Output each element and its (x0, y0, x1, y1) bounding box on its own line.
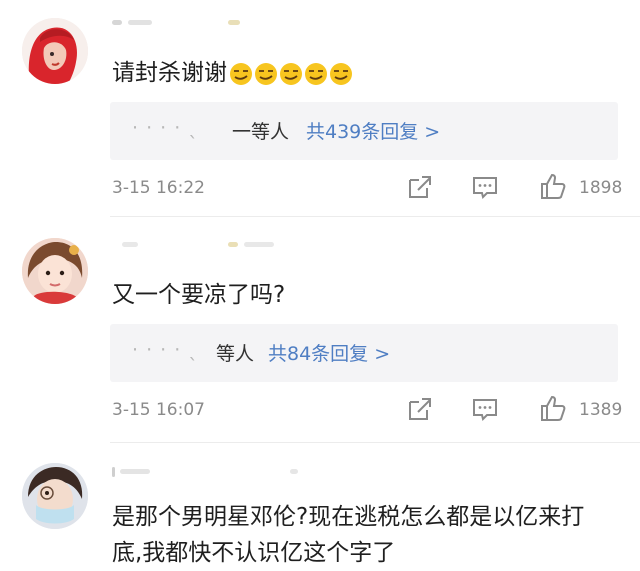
thumbs-up-icon[interactable] (538, 171, 568, 201)
smirk-emoji-icon (280, 63, 302, 85)
comment-item: 是那个男明星邓伦?现在逃税怎么都是以亿来打底,我都快不认识亿这个字了 (0, 443, 640, 571)
avatar-image (22, 463, 88, 529)
thumbs-up-icon[interactable] (538, 393, 568, 423)
emoji-row (229, 57, 354, 91)
reply-suffix: 等人 (216, 343, 255, 365)
avatar-image (22, 238, 88, 304)
comment-item: 又一个要凉了吗? · · · · ˎ 等人 共84条回复 > 3-15 16:0… (0, 218, 640, 443)
smirk-emoji-icon (230, 63, 252, 85)
timestamp: 3-15 16:07 (112, 400, 205, 420)
avatar[interactable] (22, 238, 88, 304)
avatar-image (22, 18, 88, 84)
replies-preview[interactable]: · · · · ˎ 一等人 共439条回复 > (110, 102, 618, 160)
reply-count-link[interactable]: 共439条回复 > (306, 117, 440, 144)
avatar[interactable] (22, 18, 88, 84)
comment-item: 请封杀谢谢 · · · · ˎ 一等人 共439条回复 > 3-15 16:22… (0, 0, 640, 217)
username-redacted[interactable] (112, 467, 298, 477)
smirk-emoji-icon (330, 63, 352, 85)
username-redacted[interactable] (112, 18, 252, 28)
timestamp: 3-15 16:22 (112, 178, 205, 198)
reply-count-link[interactable]: 共84条回复 > (268, 339, 390, 366)
comment-text: 是那个男明星邓伦?现在逃税怎么都是以亿来打底,我都快不认识亿这个字了 (112, 504, 585, 566)
reply-suffix: 一等人 (232, 121, 290, 143)
like-count: 1389 (579, 400, 623, 420)
smirk-emoji-icon (255, 63, 277, 85)
username-redacted[interactable] (112, 240, 274, 250)
share-icon[interactable] (405, 172, 435, 202)
comment-icon[interactable] (470, 172, 500, 202)
divider (110, 216, 640, 217)
avatar[interactable] (22, 463, 88, 529)
comment-body: 请封杀谢谢 (112, 60, 227, 86)
reply-usernames-redacted: · · · · ˎ (132, 339, 199, 361)
comment-icon[interactable] (470, 394, 500, 424)
comment-text: 又一个要凉了吗? (112, 282, 286, 308)
replies-preview[interactable]: · · · · ˎ 等人 共84条回复 > (110, 324, 618, 382)
share-icon[interactable] (405, 394, 435, 424)
reply-usernames-redacted: · · · · ˎ (132, 117, 199, 139)
comment-text: 请封杀谢谢 (112, 56, 612, 91)
smirk-emoji-icon (305, 63, 327, 85)
like-count: 1898 (579, 178, 623, 198)
